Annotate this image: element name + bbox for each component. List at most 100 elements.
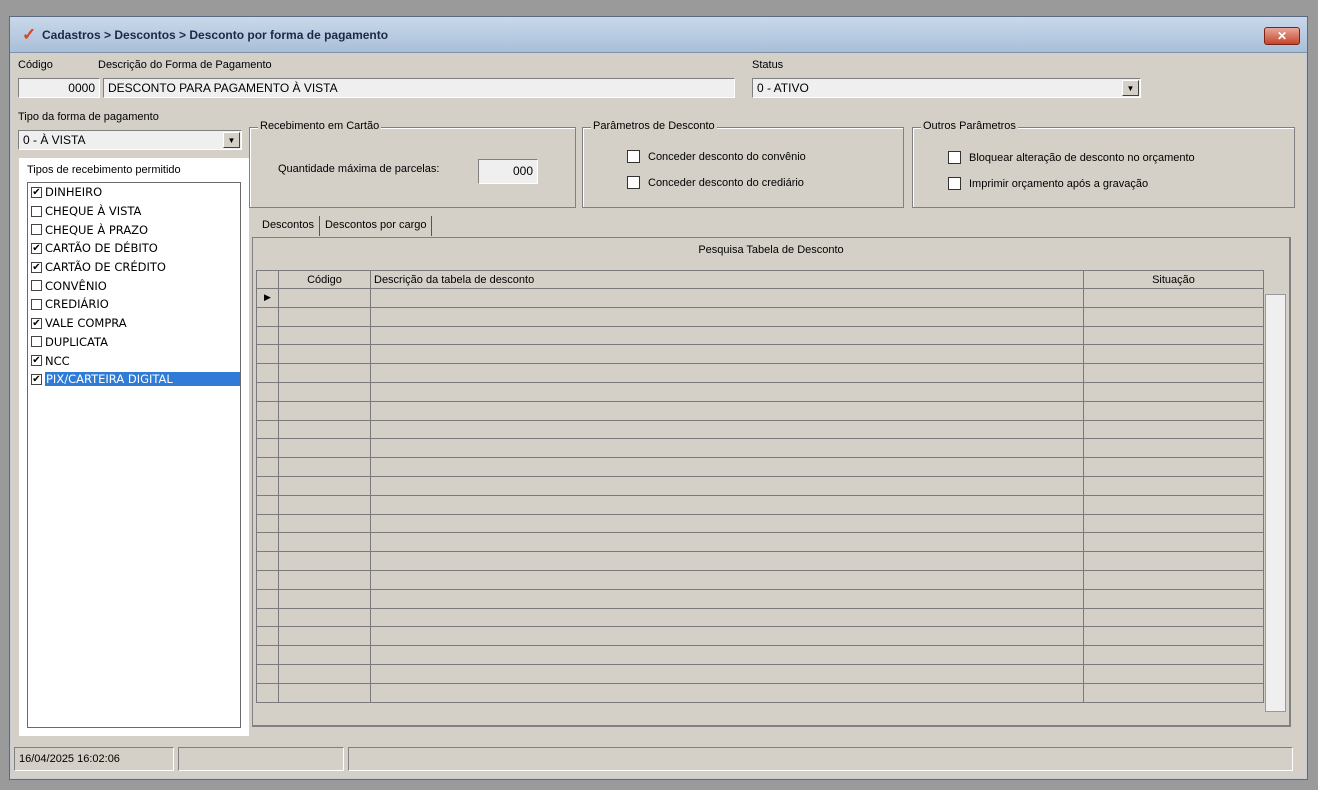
table-row[interactable]: [256, 551, 1264, 571]
table-row[interactable]: [256, 306, 1264, 327]
table-cell[interactable]: [278, 400, 371, 421]
checked-checkbox-icon[interactable]: ✔: [31, 317, 42, 329]
checkbox-icon[interactable]: [627, 176, 640, 189]
table-cell[interactable]: [278, 457, 371, 477]
table-cell[interactable]: [370, 381, 1084, 402]
table-cell[interactable]: [278, 626, 371, 647]
conceder-convenio-checkbox[interactable]: Conceder desconto do convênio: [627, 150, 806, 163]
table-row[interactable]: [256, 438, 1264, 459]
table-cell[interactable]: [278, 569, 371, 590]
table-cell[interactable]: [1083, 457, 1264, 477]
table-cell[interactable]: [370, 663, 1084, 684]
table-cell[interactable]: [370, 494, 1084, 515]
table-row[interactable]: [256, 588, 1264, 609]
table-cell[interactable]: [278, 494, 371, 515]
list-item[interactable]: ✔ CARTÃO DE CRÉDITO: [28, 258, 240, 277]
table-row[interactable]: [256, 400, 1264, 421]
codigo-field[interactable]: 0000: [18, 78, 100, 98]
table-cell[interactable]: [370, 344, 1084, 365]
close-button[interactable]: ✕: [1264, 27, 1300, 45]
tab-descontos-por-cargo[interactable]: Descontos por cargo: [320, 216, 433, 236]
table-cell[interactable]: [370, 325, 1084, 346]
checkbox-icon[interactable]: [948, 151, 961, 164]
table-cell[interactable]: [278, 551, 371, 571]
checkbox-icon[interactable]: [31, 280, 42, 292]
table-cell[interactable]: [1083, 607, 1264, 628]
parcelas-input[interactable]: 000: [478, 159, 538, 184]
table-row[interactable]: [256, 457, 1264, 477]
table-cell[interactable]: [278, 645, 371, 665]
table-cell[interactable]: [370, 457, 1084, 477]
table-row[interactable]: [256, 532, 1264, 553]
list-item[interactable]: ✔ PIX/CARTEIRA DIGITAL: [28, 370, 240, 389]
list-item[interactable]: CREDIÁRIO: [28, 295, 240, 314]
table-cell[interactable]: [1083, 475, 1264, 496]
table-cell[interactable]: [1083, 513, 1264, 534]
checked-checkbox-icon[interactable]: ✔: [31, 186, 42, 198]
table-cell[interactable]: [1083, 645, 1264, 665]
table-cell[interactable]: [1083, 306, 1264, 327]
table-cell[interactable]: [278, 663, 371, 684]
table-cell[interactable]: [1083, 569, 1264, 590]
list-item[interactable]: DUPLICATA: [28, 333, 240, 352]
tipos-recebimento-list[interactable]: ✔ DINHEIRO CHEQUE À VISTA CHEQUE À PRAZO ✔ CA…: [27, 182, 241, 728]
descricao-field[interactable]: DESCONTO PARA PAGAMENTO À VISTA: [103, 78, 735, 98]
table-cell[interactable]: [278, 532, 371, 553]
table-cell[interactable]: [370, 400, 1084, 421]
checked-checkbox-icon[interactable]: ✔: [31, 355, 42, 367]
table-cell[interactable]: [370, 438, 1084, 459]
vertical-scrollbar[interactable]: [1265, 294, 1286, 712]
checked-checkbox-icon[interactable]: ✔: [31, 373, 42, 385]
table-row[interactable]: [256, 419, 1264, 440]
table-cell[interactable]: [370, 363, 1084, 383]
table-cell[interactable]: [278, 475, 371, 496]
table-row[interactable]: [256, 344, 1264, 365]
list-item[interactable]: ✔ NCC: [28, 351, 240, 370]
table-cell[interactable]: [370, 475, 1084, 496]
checkbox-icon[interactable]: [948, 177, 961, 190]
table-cell[interactable]: [1083, 626, 1264, 647]
tipo-select[interactable]: 0 - À VISTA ▼: [18, 130, 242, 150]
list-item[interactable]: ✔ DINHEIRO: [28, 183, 240, 202]
table-row[interactable]: [256, 645, 1264, 665]
table-cell[interactable]: [370, 682, 1084, 703]
table-cell[interactable]: [278, 513, 371, 534]
table-row[interactable]: ▶: [256, 288, 1264, 308]
table-cell[interactable]: [1083, 682, 1264, 703]
table-row[interactable]: [256, 682, 1264, 703]
list-item[interactable]: ✔ VALE COMPRA: [28, 314, 240, 333]
table-row[interactable]: [256, 381, 1264, 402]
list-item[interactable]: ✔ CARTÃO DE DÉBITO: [28, 239, 240, 258]
table-row[interactable]: [256, 663, 1264, 684]
table-cell[interactable]: [1083, 344, 1264, 365]
table-cell[interactable]: [370, 645, 1084, 665]
table-cell[interactable]: [278, 419, 371, 440]
imprimir-orcamento-checkbox[interactable]: Imprimir orçamento após a gravação: [948, 177, 1148, 190]
table-cell[interactable]: [278, 607, 371, 628]
table-cell[interactable]: [370, 288, 1084, 308]
table-cell[interactable]: [278, 306, 371, 327]
tab-descontos[interactable]: Descontos: [257, 216, 320, 236]
table-cell[interactable]: [370, 626, 1084, 647]
table-cell[interactable]: [1083, 438, 1264, 459]
column-header-codigo[interactable]: Código: [278, 270, 371, 289]
table-row[interactable]: [256, 325, 1264, 346]
table-cell[interactable]: [370, 551, 1084, 571]
table-row[interactable]: [256, 475, 1264, 496]
conceder-crediario-checkbox[interactable]: Conceder desconto do crediário: [627, 176, 804, 189]
table-cell[interactable]: [278, 344, 371, 365]
table-cell[interactable]: [370, 569, 1084, 590]
table-row[interactable]: [256, 494, 1264, 515]
table-cell[interactable]: [278, 381, 371, 402]
table-row[interactable]: [256, 607, 1264, 628]
table-cell[interactable]: [1083, 532, 1264, 553]
chevron-down-icon[interactable]: ▼: [223, 132, 240, 148]
status-select[interactable]: 0 - ATIVO ▼: [752, 78, 1141, 98]
checkbox-icon[interactable]: [31, 224, 42, 236]
table-cell[interactable]: [370, 532, 1084, 553]
table-cell[interactable]: [1083, 400, 1264, 421]
checked-checkbox-icon[interactable]: ✔: [31, 261, 42, 273]
list-item[interactable]: CONVÊNIO: [28, 276, 240, 295]
checkbox-icon[interactable]: [31, 205, 42, 217]
table-cell[interactable]: [370, 419, 1084, 440]
